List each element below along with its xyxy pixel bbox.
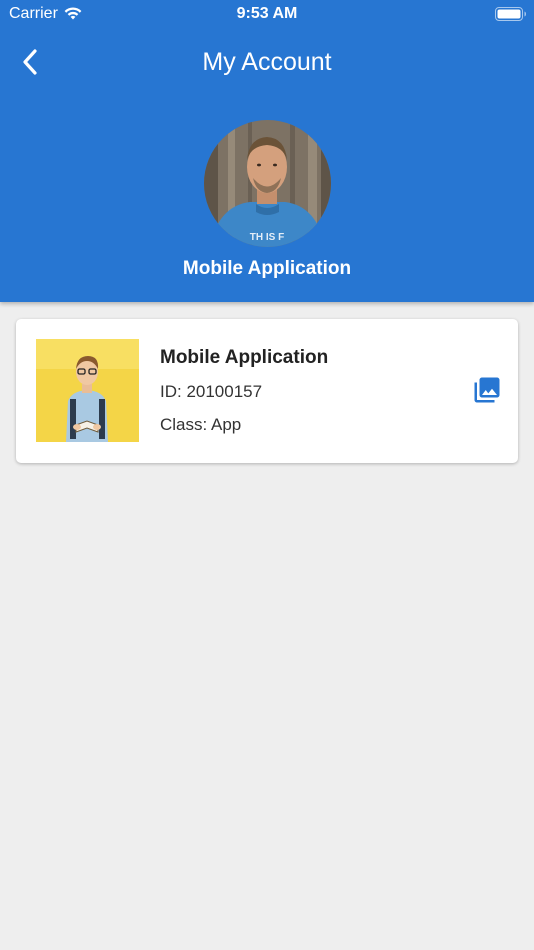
card-id: ID: 20100157 <box>160 382 263 401</box>
account-card[interactable]: Mobile Application ID: 20100157 Class: A… <box>16 319 518 463</box>
page-title: My Account <box>202 48 332 76</box>
photo-library-icon <box>474 377 500 403</box>
svg-text:TH IS F: TH IS F <box>250 232 284 243</box>
profile-avatar[interactable]: TH IS F <box>204 120 331 247</box>
profile-name: Mobile Application <box>182 258 352 279</box>
status-bar: Carrier 9:53 AM <box>0 0 534 28</box>
app-header: Carrier 9:53 AM My Account TH IS F Mobil… <box>0 0 534 302</box>
status-time: 9:53 AM <box>236 5 298 22</box>
card-name: Mobile Application <box>160 347 329 368</box>
card-photo <box>36 339 139 442</box>
battery-icon <box>495 7 527 26</box>
card-class: Class: App <box>160 415 242 434</box>
gallery-button[interactable] <box>472 375 502 405</box>
